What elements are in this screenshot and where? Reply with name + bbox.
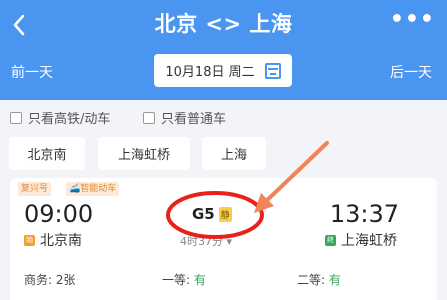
prev-day-button[interactable]: 前一天 [11, 62, 53, 82]
arrival-station: 终 上海虹桥 [325, 230, 397, 250]
next-day-button[interactable]: 后一天 [390, 62, 432, 82]
checkbox-icon[interactable] [10, 111, 22, 124]
seat-label: 一等: [162, 273, 194, 287]
seat-second: 二等: 有 [297, 271, 341, 288]
departure-station: 始 北京南 [24, 230, 82, 250]
seat-label: 商务: [24, 273, 56, 287]
quiet-car-badge: 静 [218, 206, 232, 222]
checkbox-icon[interactable] [143, 111, 155, 124]
seat-label: 二等: [297, 273, 329, 287]
header-bar: 北京 <> 上海 ••• 前一天 10月18日 周二 后一天 [0, 0, 447, 100]
filter-normal[interactable]: 只看普通车 [143, 108, 226, 127]
seat-business: 商务: 2张 [24, 271, 76, 288]
chevron-down-icon: ▾ [226, 235, 233, 248]
station-chip-shanghaihongqiao[interactable]: 上海虹桥 [98, 137, 190, 170]
train-card[interactable]: 复兴号 🚄智能动车 09:00 始 北京南 G5 静 4时37分 ▾ 13:37… [10, 178, 437, 300]
arrival-station-label: 上海虹桥 [341, 233, 397, 249]
page-title: 北京 <> 上海 [154, 12, 293, 36]
fuxing-tag: 复兴号 [18, 182, 52, 196]
filter-row: 只看高铁/动车 只看普通车 [0, 100, 447, 130]
train-icon: 🚄 [69, 184, 81, 194]
smart-train-label: 智能动车 [80, 184, 117, 194]
seat-first: 一等: 有 [162, 271, 206, 288]
start-badge: 始 [24, 234, 35, 246]
departure-station-label: 北京南 [40, 233, 82, 249]
station-chip-beijingnan[interactable]: 北京南 [9, 137, 85, 170]
train-number-label: G5 [192, 205, 215, 223]
calendar-icon [264, 62, 281, 79]
departure-time: 09:00 [24, 200, 94, 228]
filter-label: 只看普通车 [161, 112, 227, 127]
train-number[interactable]: G5 静 [192, 205, 232, 223]
date-picker[interactable]: 10月18日 周二 [154, 54, 292, 87]
end-badge: 终 [325, 234, 336, 246]
duration: 4时37分 ▾ [180, 233, 232, 249]
date-label: 10月18日 周二 [165, 65, 255, 80]
more-icon[interactable]: ••• [390, 7, 435, 32]
smart-train-tag: 🚄智能动车 [66, 182, 120, 196]
station-filter-row: 北京南 上海虹桥 上海 [0, 134, 447, 174]
filter-label: 只看高铁/动车 [28, 112, 111, 127]
duration-label: 4时37分 [180, 235, 223, 248]
filter-high-speed[interactable]: 只看高铁/动车 [10, 108, 110, 127]
seat-value: 有 [193, 273, 206, 287]
arrival-time: 13:37 [329, 200, 399, 228]
seat-value: 有 [328, 273, 341, 287]
station-chip-shanghai[interactable]: 上海 [202, 137, 266, 170]
seat-value: 2张 [55, 273, 76, 287]
